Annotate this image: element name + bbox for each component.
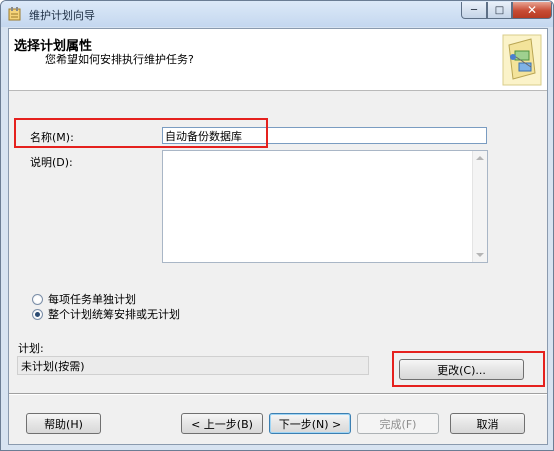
scroll-down-icon[interactable] xyxy=(476,253,484,257)
cancel-button[interactable]: 取消 xyxy=(450,413,525,434)
wizard-client-area: 选择计划属性 您希望如何安排执行维护任务? 名称(M): 说明(D): xyxy=(8,28,548,445)
name-highlight-box xyxy=(14,118,268,148)
radio-single-schedule[interactable]: 整个计划统筹安排或无计划 xyxy=(32,306,180,322)
finish-button[interactable]: 完成(F) xyxy=(357,413,439,434)
radio-button-selected[interactable] xyxy=(32,308,43,320)
radio-button[interactable] xyxy=(32,293,43,305)
wizard-header: 选择计划属性 您希望如何安排执行维护任务? xyxy=(9,29,547,91)
radio-label: 整个计划统筹安排或无计划 xyxy=(48,308,180,321)
schedule-value: 未计划(按需) xyxy=(17,356,369,375)
page-subtitle: 您希望如何安排执行维护任务? xyxy=(45,53,194,66)
description-scrollbar[interactable] xyxy=(472,151,487,262)
scroll-up-icon[interactable] xyxy=(476,156,484,160)
radio-separate-schedules[interactable]: 每项任务单独计划 xyxy=(32,291,136,307)
wizard-app-icon xyxy=(8,7,21,21)
minimize-icon: ─ xyxy=(470,4,478,16)
close-icon: ✕ xyxy=(526,3,538,17)
footer-divider xyxy=(9,393,547,395)
close-button[interactable]: ✕ xyxy=(512,2,552,19)
maximize-icon: □ xyxy=(494,4,505,16)
window-title: 维护计划向导 xyxy=(29,9,95,22)
wizard-window: 维护计划向导 ─ □ ✕ 选择计划属性 您希望如何安排执行维护任务? 名称(M)… xyxy=(0,0,554,451)
schedule-label: 计划: xyxy=(18,342,44,355)
maintenance-plan-icon xyxy=(502,34,542,86)
description-textarea[interactable] xyxy=(162,150,488,263)
change-highlight-box xyxy=(392,351,545,387)
maximize-button[interactable]: □ xyxy=(487,2,512,19)
title-bar[interactable]: 维护计划向导 ─ □ ✕ xyxy=(1,1,553,27)
radio-label: 每项任务单独计划 xyxy=(48,293,136,306)
next-button[interactable]: 下一步(N) > xyxy=(269,413,351,434)
minimize-button[interactable]: ─ xyxy=(461,2,487,19)
back-button[interactable]: < 上一步(B) xyxy=(181,413,263,434)
help-button[interactable]: 帮助(H) xyxy=(26,413,101,434)
description-label: 说明(D): xyxy=(30,156,73,169)
